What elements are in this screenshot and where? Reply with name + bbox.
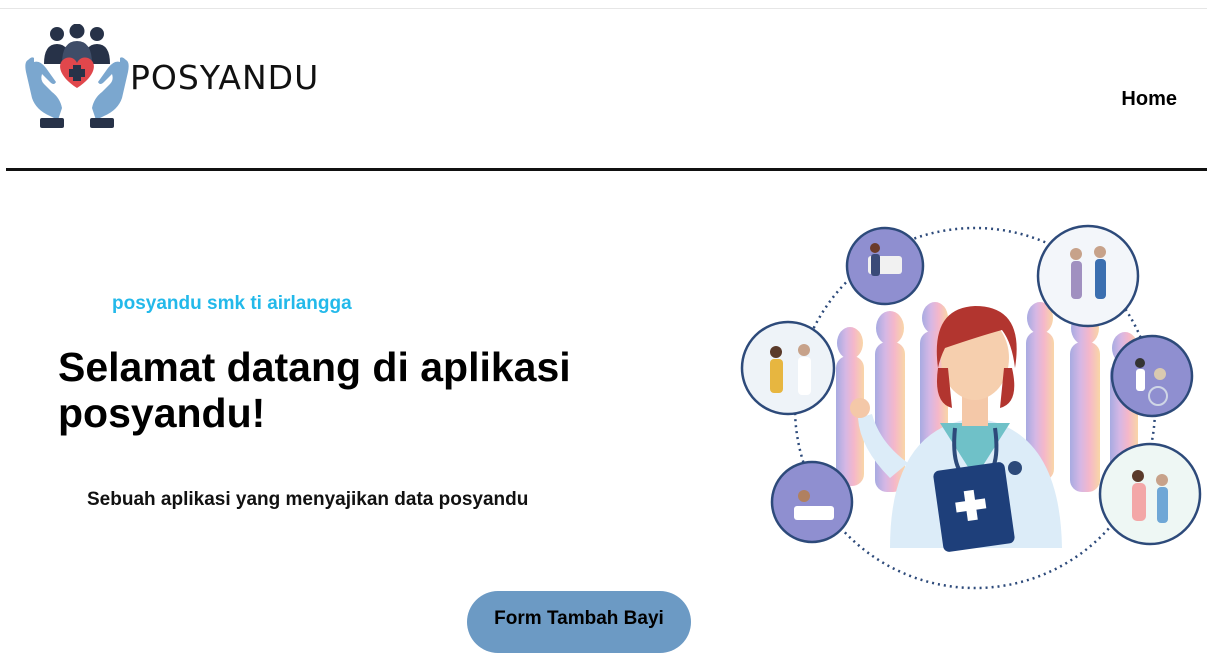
header-divider xyxy=(6,168,1207,171)
hero-headline: Selamat datang di aplikasi posyandu! xyxy=(58,344,571,436)
hands-holding-heart-logo-icon xyxy=(25,24,129,128)
nav-home-link[interactable]: Home xyxy=(1121,88,1177,111)
form-tambah-bayi-button[interactable]: Form Tambah Bayi xyxy=(467,591,691,653)
brand-logo-link[interactable]: POSYANDU xyxy=(0,0,330,140)
doctor-community-illustration xyxy=(740,224,1202,590)
brand-name: POSYANDU xyxy=(130,58,320,97)
hero-description: Sebuah aplikasi yang menyajikan data pos… xyxy=(87,489,529,510)
hero-tagline: posyandu smk ti airlangga xyxy=(112,293,352,314)
